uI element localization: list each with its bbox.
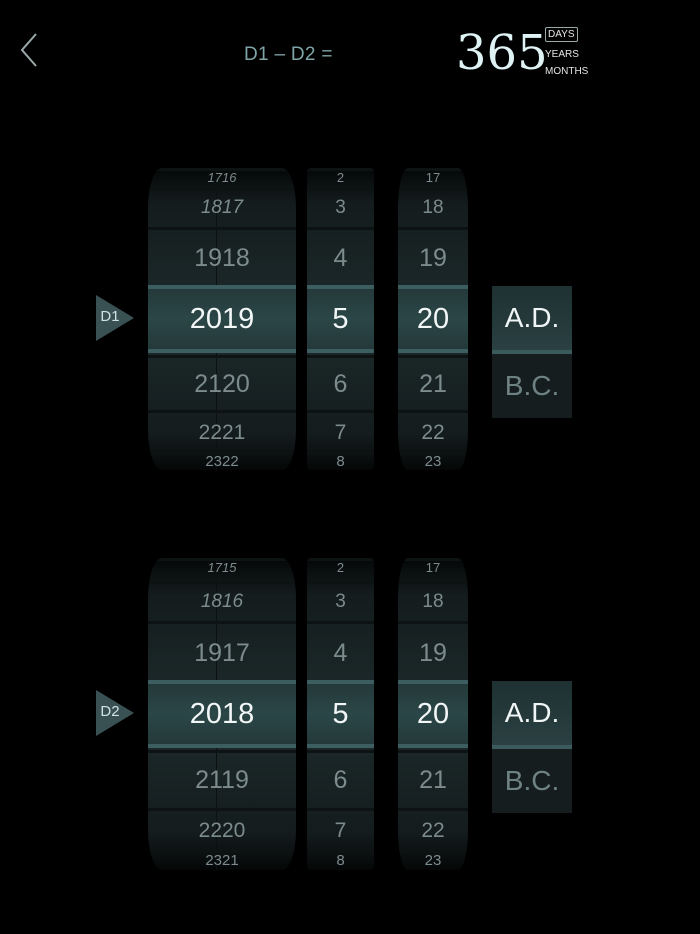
day-option: 19 [398, 227, 468, 286]
day-option: 18 [398, 581, 468, 620]
era-option-ad[interactable]: A.D. [492, 681, 572, 749]
unit-selector: DAYS YEARS MONTHS [545, 27, 588, 80]
day-option: 23 [398, 850, 468, 870]
d2-era-picker[interactable]: A.D. B.C. [492, 681, 572, 813]
month-option: 3 [307, 188, 374, 225]
chevron-left-icon [20, 33, 37, 67]
day-option: 21 [398, 750, 468, 807]
year-option: 2322 [148, 452, 296, 470]
day-option: 19 [398, 621, 468, 682]
era-option-bc[interactable]: B.C. [492, 354, 572, 418]
day-option: 21 [398, 355, 468, 410]
unit-months-option[interactable]: MONTHS [545, 63, 588, 80]
day-option-selected: 20 [398, 285, 468, 353]
d1-month-wheel[interactable]: 2 3 4 5 6 7 8 [307, 168, 374, 470]
era-option-bc[interactable]: B.C. [492, 749, 572, 813]
year-option: 1917 [148, 621, 296, 682]
day-option: 22 [398, 808, 468, 851]
month-option: 7 [307, 410, 374, 453]
date-picker-d1: D1 1716 1817 1918 2019 2120 2221 2322 2 … [0, 168, 700, 470]
year-option: 1918 [148, 227, 296, 286]
month-option: 8 [307, 452, 374, 470]
era-option-ad[interactable]: A.D. [492, 286, 572, 354]
month-option: 6 [307, 750, 374, 807]
formula-label: D1 – D2 = [244, 44, 333, 65]
month-option: 7 [307, 808, 374, 851]
month-option: 2 [307, 558, 374, 577]
day-option: 17 [398, 168, 468, 187]
unit-years-option[interactable]: YEARS [545, 46, 588, 63]
year-option: 2220 [148, 808, 296, 851]
month-option-selected: 5 [307, 285, 374, 353]
d1-era-picker[interactable]: A.D. B.C. [492, 286, 572, 418]
month-option: 4 [307, 227, 374, 286]
month-option: 3 [307, 581, 374, 620]
month-option: 8 [307, 850, 374, 870]
month-option: 4 [307, 621, 374, 682]
day-option: 17 [398, 558, 468, 577]
d2-month-wheel[interactable]: 2 3 4 5 6 7 8 [307, 558, 374, 870]
year-option: 1716 [148, 168, 296, 187]
day-option: 22 [398, 410, 468, 453]
result-value: 365 [456, 25, 548, 81]
d2-day-wheel[interactable]: 17 18 19 20 21 22 23 [398, 558, 468, 870]
year-option-selected: 2018 [148, 680, 296, 748]
d1-day-wheel[interactable]: 17 18 19 20 21 22 23 [398, 168, 468, 470]
month-option-selected: 5 [307, 680, 374, 748]
year-option: 1715 [148, 558, 296, 577]
year-option: 1817 [148, 188, 296, 225]
month-option: 2 [307, 168, 374, 187]
date-picker-d2: D2 1715 1816 1917 2018 2119 2220 2321 2 … [0, 558, 700, 870]
year-option: 2119 [148, 750, 296, 807]
year-option: 2120 [148, 355, 296, 410]
year-option-selected: 2019 [148, 285, 296, 353]
year-option: 2321 [148, 850, 296, 870]
d1-year-wheel[interactable]: 1716 1817 1918 2019 2120 2221 2322 [148, 168, 296, 470]
day-option-selected: 20 [398, 680, 468, 748]
unit-days-option[interactable]: DAYS [545, 27, 578, 42]
month-option: 6 [307, 355, 374, 410]
d1-marker: D1 [96, 295, 134, 341]
day-option: 23 [398, 452, 468, 470]
year-option: 2221 [148, 410, 296, 453]
d1-label: D1 [100, 308, 120, 325]
d2-year-wheel[interactable]: 1715 1816 1917 2018 2119 2220 2321 [148, 558, 296, 870]
back-button[interactable] [18, 30, 42, 70]
d2-marker: D2 [96, 690, 134, 736]
day-option: 18 [398, 188, 468, 225]
year-option: 1816 [148, 581, 296, 620]
d2-label: D2 [100, 703, 120, 720]
